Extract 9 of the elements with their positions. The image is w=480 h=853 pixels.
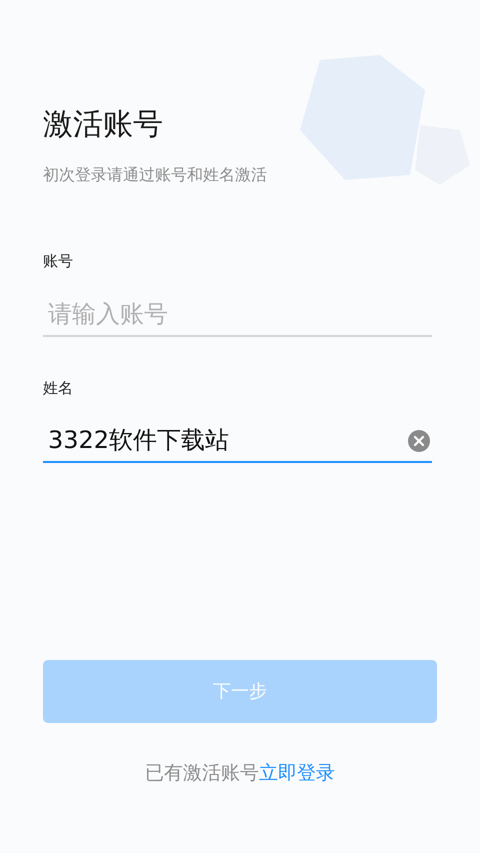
login-link[interactable]: 立即登录 (259, 759, 335, 788)
subtitle: 初次登录请通过账号和姓名激活 (43, 164, 267, 186)
clear-icon[interactable] (407, 429, 431, 453)
footer-text: 已有激活账号 (145, 761, 259, 786)
field-label: 姓名 (43, 378, 74, 398)
field-label: 账号 (43, 251, 74, 272)
input-field[interactable]: 3322软件下载站 (43, 419, 432, 463)
input-field[interactable]: 请输入账号 (43, 292, 432, 336)
page-title: 激活账号 (43, 106, 163, 144)
